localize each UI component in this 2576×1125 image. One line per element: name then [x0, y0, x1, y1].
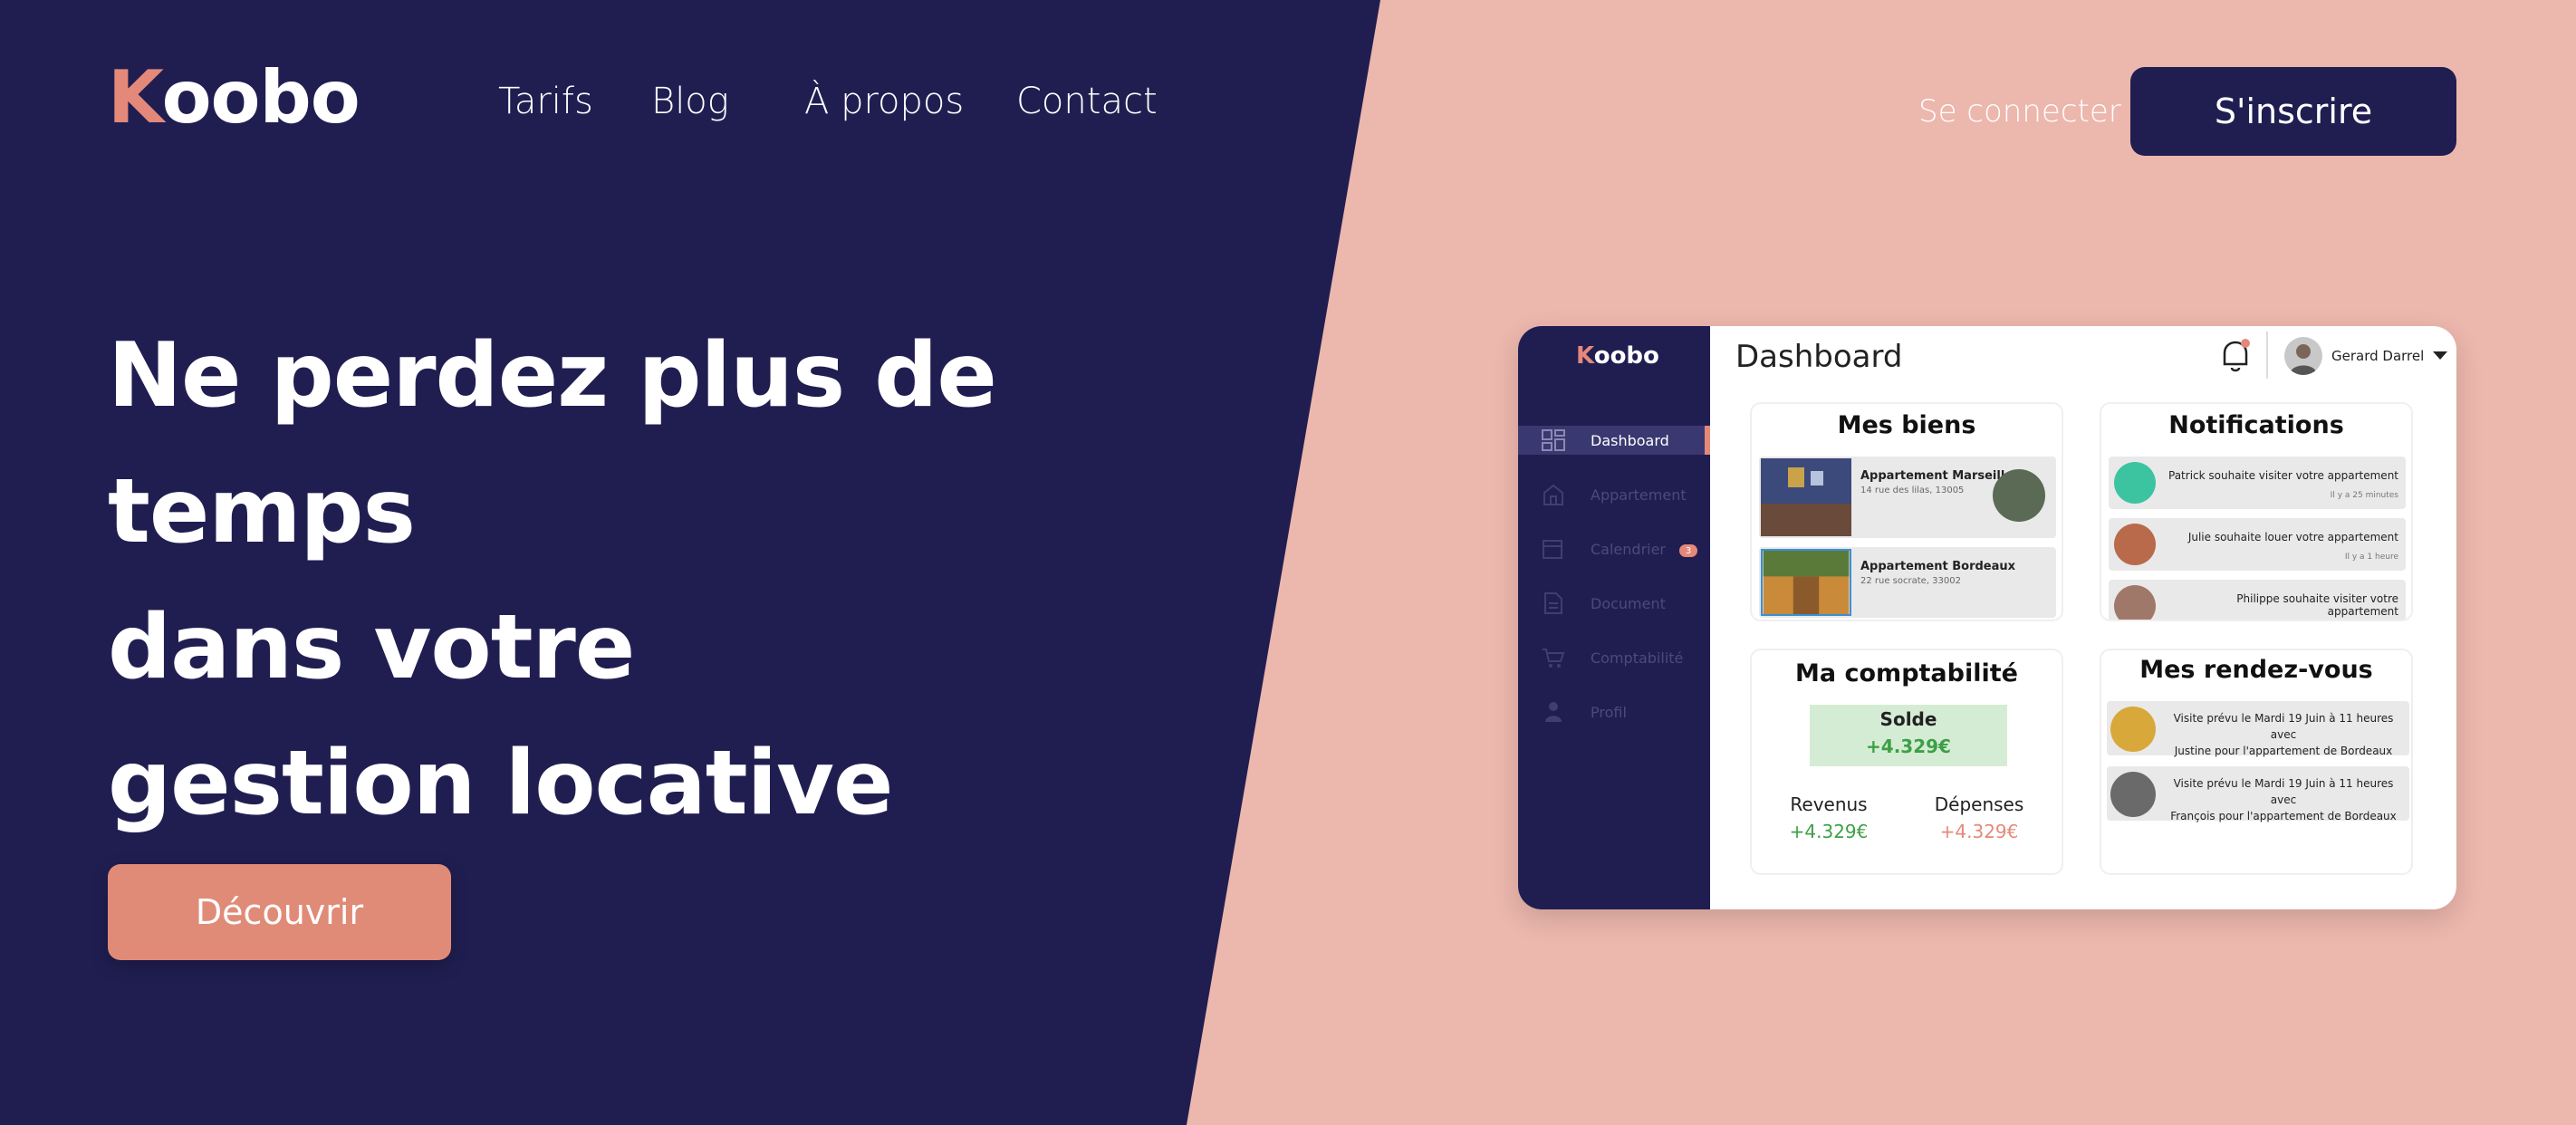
appointment-text: Visite prévu le Mardi 19 Juin à 11 heure… — [2163, 710, 2404, 759]
notification-item[interactable]: Patrick souhaite visiter votre apparteme… — [2109, 457, 2406, 509]
hero-title-line: gestion locative — [108, 732, 894, 835]
cart-icon — [1543, 649, 1565, 668]
notification-item[interactable]: Julie souhaite louer votre appartement I… — [2109, 518, 2406, 571]
sidebar-item-label: Calendrier — [1591, 540, 1667, 558]
avatar — [2114, 462, 2156, 504]
expenses-value: +4.329€ — [1939, 821, 2019, 842]
accounting-title: Ma comptabilité — [1795, 659, 2018, 688]
calendar-icon — [1543, 540, 1562, 559]
property-name: Appartement Marseille — [1860, 469, 2014, 483]
apartment-photo — [1761, 458, 1851, 536]
nav-link-contact[interactable]: Contact — [1016, 83, 1158, 120]
property-item[interactable]: Appartement Bordeaux 22 rue socrate, 330… — [1759, 547, 2056, 618]
logo-text: oobo — [161, 55, 360, 139]
notification-text: Patrick souhaite visiter votre apparteme… — [2168, 469, 2398, 482]
sidebar-item-label: Appartement — [1591, 486, 1687, 504]
balance-label: Solde — [1879, 708, 1937, 730]
brand-logo[interactable]: Koobo — [108, 62, 360, 134]
notification-text: Julie souhaite louer votre appartement — [2187, 531, 2398, 543]
user-icon — [1545, 702, 1562, 722]
notification-time: Il y a 1 heure — [2344, 553, 2398, 562]
dashboard-icon — [1542, 429, 1565, 451]
revenue-label: Revenus — [1790, 793, 1868, 815]
property-name: Appartement Bordeaux — [1860, 560, 2016, 573]
signup-label: S'inscrire — [2214, 91, 2373, 131]
dashboard-sidebar: Koobo Dashboard Appartement Calendrier 3… — [1518, 326, 1710, 909]
notification-text: Philippe souhaite visiter votre appartem… — [2236, 592, 2398, 618]
sidebar-item-calendrier[interactable]: Calendrier 3 — [1518, 534, 1710, 563]
appointment-line: Visite prévu le Mardi 19 Juin à 11 heure… — [2173, 777, 2394, 806]
signup-button[interactable]: S'inscrire — [2130, 67, 2456, 156]
appointment-text: Visite prévu le Mardi 19 Juin à 11 heure… — [2163, 775, 2404, 824]
appointment-line: Visite prévu le Mardi 19 Juin à 11 heure… — [2173, 712, 2394, 741]
sidebar-item-profil[interactable]: Profil — [1518, 697, 1710, 726]
dashboard-logo: Koobo — [1576, 342, 1659, 370]
chevron-down-icon[interactable] — [2433, 351, 2447, 360]
notification-time: Il y a 25 minutes — [2330, 491, 2398, 500]
hero-title-line: dans votre — [108, 596, 635, 699]
discover-label: Découvrir — [195, 892, 364, 932]
bell-icon[interactable] — [2217, 335, 2254, 375]
notifications-card: Notifications Patrick souhaite visiter v… — [2100, 402, 2413, 621]
expenses-label: Dépenses — [1934, 793, 2024, 815]
property-item[interactable]: Appartement Marseille 14 rue des lilas, … — [1759, 457, 2056, 538]
header-divider — [2266, 332, 2268, 379]
accounting-card: Ma comptabilité Solde +4.329€ Revenus +4… — [1750, 649, 2063, 875]
property-address: 22 rue socrate, 33002 — [1860, 576, 1961, 586]
appointments-title: Mes rendez-vous — [2139, 656, 2373, 684]
revenue-value: +4.329€ — [1789, 821, 1869, 842]
sidebar-item-comptabilite[interactable]: Comptabilité — [1518, 643, 1710, 672]
hero-title: Ne perdez plus de temps dans votre gesti… — [108, 308, 1285, 851]
sidebar-item-dashboard[interactable]: Dashboard — [1518, 426, 1710, 455]
sidebar-item-appartement[interactable]: Appartement — [1518, 480, 1710, 509]
dashboard-logo-initial: K — [1576, 342, 1594, 370]
user-avatar[interactable] — [2284, 337, 2322, 375]
avatar — [2114, 524, 2156, 565]
sidebar-item-label: Profil — [1591, 703, 1627, 721]
appointments-card: Mes rendez-vous Visite prévu le Mardi 19… — [2100, 649, 2413, 875]
notification-item[interactable]: Philippe souhaite visiter votre appartem… — [2109, 580, 2406, 620]
dashboard-title: Dashboard — [1735, 339, 1903, 375]
sidebar-item-label: Comptabilité — [1591, 649, 1684, 667]
appointment-line: François pour l'appartement de Bordeaux — [2170, 810, 2397, 822]
document-icon — [1544, 592, 1562, 614]
expenses-stat: Dépenses +4.329€ — [1911, 793, 2047, 842]
hero-title-line: Ne perdez plus de temps — [108, 324, 997, 563]
discover-button[interactable]: Découvrir — [108, 864, 451, 960]
revenue-stat: Revenus +4.329€ — [1761, 793, 1897, 842]
login-link[interactable]: Se connecter — [1918, 96, 2121, 127]
logo-initial: K — [108, 55, 163, 139]
avatar — [2110, 772, 2156, 817]
appointment-item[interactable]: Visite prévu le Mardi 19 Juin à 11 heure… — [2107, 766, 2409, 824]
balance-box: Solde +4.329€ — [1810, 705, 2007, 766]
building-icon — [1543, 484, 1563, 505]
properties-title: Mes biens — [1837, 411, 1976, 439]
nav-link-a-propos[interactable]: À propos — [804, 83, 964, 120]
dashboard-preview: Koobo Dashboard Appartement Calendrier 3… — [1518, 326, 2456, 909]
appointment-item[interactable]: Visite prévu le Mardi 19 Juin à 11 heure… — [2107, 701, 2409, 757]
apartment-photo — [1761, 549, 1851, 616]
avatar — [2110, 707, 2156, 752]
owner-avatar — [1993, 469, 2045, 522]
balance-value: +4.329€ — [1866, 736, 1951, 757]
sidebar-item-document[interactable]: Document — [1518, 589, 1710, 618]
sidebar-item-label: Dashboard — [1591, 431, 1669, 449]
nav-link-tarifs[interactable]: Tarifs — [498, 83, 593, 120]
avatar — [2114, 585, 2156, 620]
user-name[interactable]: Gerard Darrel — [2331, 348, 2424, 364]
sidebar-item-label: Document — [1591, 594, 1666, 612]
nav-link-blog[interactable]: Blog — [651, 83, 729, 120]
notifications-title: Notifications — [2168, 411, 2344, 439]
properties-card: Mes biens Appartement Marseille 14 rue d… — [1750, 402, 2063, 621]
appointment-line: Justine pour l'appartement de Bordeaux — [2174, 745, 2393, 757]
calendar-count-badge: 3 — [1679, 544, 1697, 557]
property-address: 14 rue des lilas, 13005 — [1860, 486, 1965, 495]
dashboard-logo-text: oobo — [1593, 342, 1659, 370]
